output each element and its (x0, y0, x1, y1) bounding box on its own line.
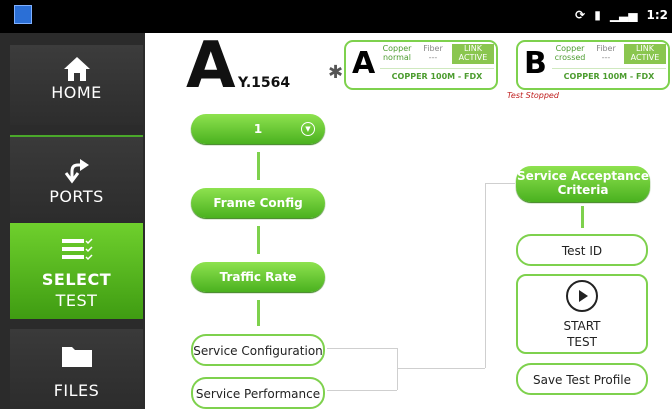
port-a-fiber-label: Fiber (423, 44, 443, 53)
folder-icon (61, 347, 92, 367)
flow-connector (397, 348, 398, 390)
port-a-link: LINK ACTIVE (452, 44, 494, 64)
app-icon (14, 5, 32, 24)
flow-connector (485, 183, 515, 184)
port-b-copper: Copper crossed (552, 44, 588, 64)
port-a-status[interactable]: A Copper normal Fiber --- LINK ACTIVE CO… (344, 40, 498, 90)
port-b-status[interactable]: B Copper crossed Fiber --- LINK ACTIVE C… (516, 40, 670, 90)
frame-config-button[interactable]: Frame Config (191, 188, 325, 218)
port-a-copper: Copper normal (380, 44, 414, 64)
port-b-fiber: Fiber --- (590, 44, 622, 64)
start-test-label: START TEST (518, 318, 646, 350)
flow-connector (257, 226, 260, 254)
test-id-button[interactable]: Test ID (516, 234, 648, 266)
sidebar-item-select-test[interactable]: SELECT TEST (10, 223, 143, 319)
port-b-speed: COPPER 100M - FDX (552, 68, 666, 81)
service-performance-button[interactable]: Service Performance (191, 377, 325, 409)
port-b-fiber-label: Fiber (596, 44, 616, 53)
port-b-fiber-state: --- (601, 53, 611, 62)
service-configuration-button[interactable]: Service Configuration (191, 334, 325, 366)
service-acceptance-criteria-button[interactable]: Service Acceptance Criteria (516, 166, 650, 202)
signal-icon: ▁▃▅ (609, 8, 638, 22)
service-selector-dropdown[interactable]: 1 ▼ (191, 114, 325, 144)
start-test-button[interactable]: START TEST (516, 274, 648, 354)
start-label: START (563, 319, 601, 333)
traffic-rate-button[interactable]: Traffic Rate (191, 262, 325, 292)
port-a-link-label: LINK (463, 44, 483, 53)
start-label: TEST (567, 335, 597, 349)
bluetooth-icon: ✱ (328, 62, 344, 83)
port-b-link-state: ACTIVE (630, 53, 660, 62)
test-status: Test Stopped (507, 91, 559, 100)
sidebar-item-label: SELECT (41, 270, 112, 289)
clock: 1:2 (646, 8, 669, 22)
flow-connector (397, 368, 485, 369)
status-icons: ⟳ ▮ ▁▃▅ 1:2 (575, 8, 668, 22)
sac-label: Service Acceptance (517, 169, 649, 183)
service-selector-value: 1 (253, 122, 263, 136)
sac-label: Criteria (557, 183, 609, 197)
device-icon: ▮ (594, 8, 601, 22)
flow-connector (581, 206, 584, 228)
sidebar-item-label: TEST (55, 291, 98, 310)
status-bar: ⟳ ▮ ▁▃▅ 1:2 (0, 0, 672, 33)
sidebar-item-label: FILES (53, 381, 100, 400)
flow-connector (485, 183, 486, 368)
flow-connector (257, 300, 260, 326)
play-icon (566, 280, 598, 312)
flow-connector (327, 348, 397, 349)
selected-port-letter: A (186, 29, 236, 103)
save-test-profile-button[interactable]: Save Test Profile (516, 363, 648, 395)
port-b-letter: B (524, 46, 547, 81)
sidebar: HOME PORTS SELECT TEST FILES (0, 33, 145, 409)
sidebar-item-ports[interactable]: PORTS (10, 135, 143, 222)
home-icon (63, 57, 90, 81)
sync-icon: ⟳ (575, 8, 586, 22)
port-b-copper-label: Copper (555, 44, 585, 53)
chevron-down-icon: ▼ (301, 122, 315, 136)
flow-connector (257, 152, 260, 180)
port-a-fiber: Fiber --- (416, 44, 450, 64)
flow-connector (327, 390, 397, 391)
port-a-copper-state: normal (382, 53, 412, 62)
ports-icon (64, 159, 89, 184)
port-a-copper-label: Copper (382, 44, 412, 53)
sidebar-item-label: PORTS (49, 187, 104, 206)
checklist-icon (61, 238, 93, 261)
sidebar-item-files[interactable]: FILES (10, 329, 143, 409)
port-a-letter: A (352, 46, 376, 81)
port-b-copper-state: crossed (554, 53, 586, 62)
test-name: Y.1564 (238, 75, 291, 91)
port-a-fiber-state: --- (428, 53, 438, 62)
sidebar-item-home[interactable]: HOME (10, 45, 143, 125)
port-a-link-state: ACTIVE (458, 53, 488, 62)
sidebar-item-label: HOME (51, 83, 102, 102)
port-a-speed: COPPER 100M - FDX (380, 68, 494, 81)
port-b-link-label: LINK (635, 44, 655, 53)
port-b-link: LINK ACTIVE (624, 44, 666, 64)
